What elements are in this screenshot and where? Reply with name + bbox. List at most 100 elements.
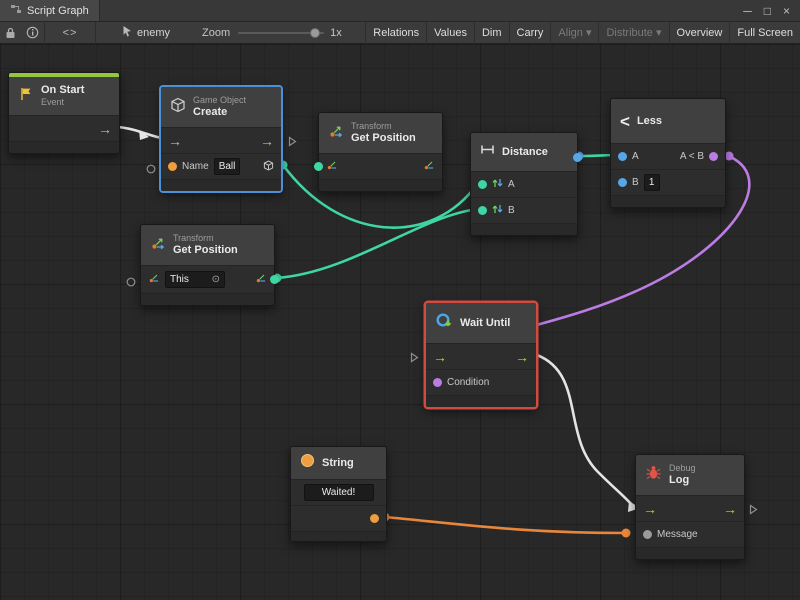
graph-window-icon — [10, 3, 22, 18]
toolbar-button-relations[interactable]: Relations — [365, 22, 426, 44]
unconnected-flow-triangle[interactable] — [288, 134, 297, 152]
node-title: Wait Until — [460, 317, 510, 330]
graph-target[interactable]: enemy — [122, 25, 170, 40]
node-footer — [636, 547, 744, 559]
node-footer — [319, 179, 442, 191]
cube-icon — [170, 97, 186, 118]
distance-out-port[interactable] — [573, 153, 582, 162]
node-get-position-this[interactable]: Transform Get Position This ⊙ — [140, 224, 275, 306]
object-picker-icon[interactable]: ⊙ — [212, 275, 220, 285]
port-row: → — [9, 115, 119, 141]
flow-row: → → — [636, 495, 744, 521]
position-out-port[interactable] — [423, 159, 435, 174]
toolbar-button-align[interactable]: Align ▾ — [550, 22, 598, 44]
result-out-port[interactable] — [709, 152, 718, 161]
flow-out-port[interactable]: → — [515, 350, 529, 364]
node-header: Distance — [471, 133, 577, 171]
toolbar-button-distribute[interactable]: Distribute ▾ — [598, 22, 668, 44]
distance-icon — [480, 143, 495, 161]
flow-row: → → — [426, 343, 536, 369]
zoom-label: Zoom — [202, 27, 230, 39]
input-b-port[interactable] — [618, 178, 627, 187]
window-controls: ─ □ × — [733, 0, 800, 21]
input-b-label: B — [508, 205, 515, 216]
unconnected-port-circle[interactable] — [126, 274, 136, 292]
tab-script-graph[interactable]: Script Graph — [0, 0, 100, 21]
condition-label: Condition — [447, 377, 489, 388]
output-row — [291, 505, 386, 531]
node-category: Game Object — [193, 95, 246, 106]
node-on-start-event[interactable]: On Start Event → — [8, 72, 120, 154]
toolbar-button-values[interactable]: Values — [426, 22, 474, 44]
graph-canvas[interactable]: On Start Event → Game Object Create → → — [0, 44, 800, 600]
node-debug-log[interactable]: Debug Log → → Message — [635, 454, 745, 560]
node-title: Get Position — [351, 132, 416, 145]
close-icon[interactable]: × — [783, 5, 790, 17]
node-less[interactable]: < Less A A < B B 1 — [610, 98, 726, 208]
flow-out-port[interactable]: → — [260, 134, 274, 148]
node-distance[interactable]: Distance A B — [470, 132, 578, 236]
name-in-port[interactable] — [168, 162, 177, 171]
toolbar-button-fullscreen[interactable]: Full Screen — [729, 22, 800, 44]
flow-out-port[interactable]: → — [98, 122, 112, 136]
toolbar-button-carry[interactable]: Carry — [509, 22, 551, 44]
input-b-row: B — [471, 197, 577, 223]
flow-in-port[interactable]: → — [168, 134, 182, 148]
node-game-object-create[interactable]: Game Object Create → → Name Ball — [160, 86, 282, 192]
flow-out-port[interactable]: → — [723, 502, 737, 516]
target-field[interactable]: This ⊙ — [165, 271, 225, 288]
maximize-icon[interactable]: □ — [764, 5, 771, 17]
node-footer — [141, 293, 274, 305]
node-header: Transform Get Position — [141, 225, 274, 265]
node-wait-until[interactable]: Wait Until → → Condition — [425, 302, 537, 408]
toolbar-button-group: Relations Values Dim Carry Align ▾ Distr… — [365, 22, 800, 44]
node-string[interactable]: String Waited! — [290, 446, 387, 542]
unconnected-flow-triangle[interactable] — [410, 350, 419, 368]
toolbar-button-dim[interactable]: Dim — [474, 22, 509, 44]
string-icon — [300, 453, 315, 473]
game-object-out-icon[interactable] — [263, 160, 274, 174]
graph-toolbar: <> enemy Zoom 1x Relations Values Dim Ca… — [0, 22, 800, 44]
node-title: Less — [637, 115, 662, 128]
message-label: Message — [657, 529, 698, 540]
lock-icon[interactable] — [0, 27, 21, 39]
toolbar-button-overview[interactable]: Overview — [669, 22, 730, 44]
flow-in-port[interactable]: → — [433, 350, 447, 364]
node-category: Debug — [669, 463, 696, 474]
transform-in-port[interactable] — [148, 272, 160, 287]
input-b-port[interactable] — [478, 206, 487, 215]
transform-in-port[interactable] — [326, 159, 338, 174]
string-input[interactable]: Waited! — [304, 484, 374, 501]
input-b-label: B — [632, 177, 639, 188]
condition-in-port[interactable] — [433, 378, 442, 387]
minimize-icon[interactable]: ─ — [743, 5, 752, 17]
flow-in-port[interactable]: → — [643, 502, 657, 516]
unconnected-port-circle[interactable] — [146, 161, 156, 179]
string-out-port[interactable] — [370, 514, 379, 523]
position-out-port[interactable] — [255, 272, 267, 287]
node-get-position-ball[interactable]: Transform Get Position — [318, 112, 443, 192]
zoom-slider-knob[interactable] — [310, 28, 320, 38]
zoom-value: 1x — [330, 27, 342, 39]
name-label: Name — [182, 161, 209, 172]
unconnected-flow-triangle[interactable] — [749, 502, 758, 520]
info-icon[interactable] — [21, 26, 44, 39]
node-title: Distance — [502, 146, 548, 159]
input-b-field[interactable]: 1 — [644, 174, 660, 191]
message-in-port[interactable] — [643, 530, 652, 539]
input-a-port[interactable] — [618, 152, 627, 161]
input-a-port[interactable] — [478, 180, 487, 189]
node-header: On Start Event — [9, 77, 119, 115]
transform-in-dot[interactable] — [314, 162, 323, 171]
title-bar: Script Graph ─ □ × — [0, 0, 800, 22]
zoom-slider[interactable] — [238, 27, 324, 39]
name-row: Name Ball — [161, 153, 281, 179]
node-header: String — [291, 447, 386, 479]
name-input[interactable]: Ball — [214, 158, 241, 175]
code-view-button[interactable]: <> — [45, 27, 95, 39]
position-out-dot[interactable] — [270, 275, 279, 284]
node-header: Debug Log — [636, 455, 744, 495]
target-field-value: This — [170, 273, 189, 286]
node-title: Create — [193, 106, 246, 119]
node-header: Wait Until — [426, 303, 536, 343]
